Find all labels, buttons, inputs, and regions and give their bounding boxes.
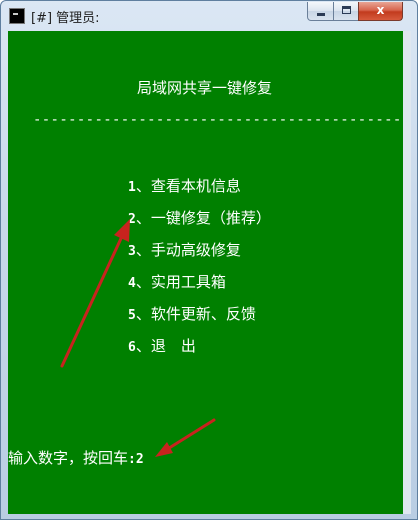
console-scrollbar[interactable] xyxy=(403,31,411,514)
menu-item-label: 、退 出 xyxy=(135,337,196,355)
close-icon: x xyxy=(376,3,385,17)
input-prompt[interactable]: 输入数字，按回车:2 xyxy=(8,449,144,469)
menu-item-exit: 6、退 出 xyxy=(128,337,196,357)
menu-item-number: 3 xyxy=(128,244,136,259)
menu-item-label: 、一键修复（推荐） xyxy=(135,209,271,227)
title-bar[interactable]: [#] 管理员: x xyxy=(1,1,417,31)
console-app-icon[interactable] xyxy=(9,8,25,24)
menu-item-label: 、手动高级修复 xyxy=(135,241,241,259)
maximize-button[interactable] xyxy=(333,2,359,21)
menu-divider: ----------------------------------------… xyxy=(33,112,403,128)
prompt-label: 输入数字，按回车 xyxy=(8,449,129,467)
window-title: [#] 管理员: xyxy=(31,11,100,26)
menu-item-number: 1 xyxy=(128,180,136,195)
menu-item-number: 6 xyxy=(128,340,136,355)
menu-item-toolbox: 4、实用工具箱 xyxy=(128,273,226,293)
menu-item-one-click-repair: 2、一键修复（推荐） xyxy=(128,209,271,229)
console-window: [#] 管理员: x 局域网共享一键修复 -------------------… xyxy=(0,0,418,520)
console-output[interactable]: 局域网共享一键修复 ------------------------------… xyxy=(8,31,403,514)
menu-item-label: 、查看本机信息 xyxy=(135,177,241,195)
menu-item-label: 、实用工具箱 xyxy=(135,273,226,291)
menu-item-number: 4 xyxy=(128,276,136,291)
menu-item-view-info: 1、查看本机信息 xyxy=(128,177,241,197)
menu-item-label: 、软件更新、反馈 xyxy=(135,305,256,323)
menu-item-number: 2 xyxy=(128,212,136,227)
maximize-icon xyxy=(342,6,351,14)
menu-item-update-feedback: 5、软件更新、反馈 xyxy=(128,305,256,325)
close-button[interactable]: x xyxy=(358,2,403,21)
minimize-button[interactable] xyxy=(307,2,334,21)
minimize-icon xyxy=(317,13,325,16)
menu-header: 局域网共享一键修复 xyxy=(137,79,273,97)
menu-item-number: 5 xyxy=(128,308,136,323)
prompt-input-value[interactable]: :2 xyxy=(128,452,144,467)
menu-item-manual-repair: 3、手动高级修复 xyxy=(128,241,241,261)
